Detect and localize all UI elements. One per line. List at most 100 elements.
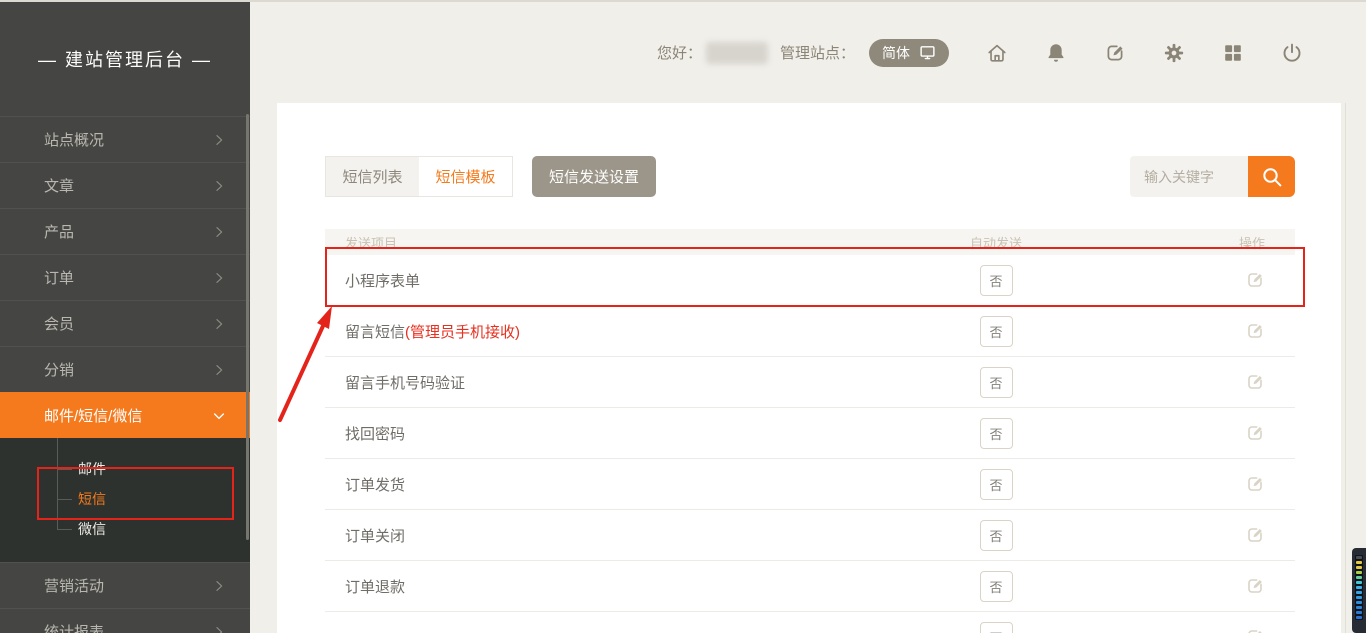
redacted-username — [706, 42, 768, 64]
auto-send-toggle[interactable]: 否 — [980, 418, 1013, 449]
topbar: 您好： 管理站点： 简体 — [250, 2, 1366, 103]
row-edit-icon[interactable] — [1245, 525, 1265, 545]
row-label: 小程序表单 — [345, 273, 420, 290]
row-edit-icon[interactable] — [1245, 321, 1265, 341]
sidebar-nav: 站点概况 文章 产品 订单 会员 — [0, 116, 250, 633]
power-icon[interactable] — [1281, 42, 1303, 64]
row-label: 留言短信 — [345, 324, 405, 341]
sidebar-subitem-wechat[interactable]: 微信 — [0, 514, 250, 544]
tab-sms-template[interactable]: 短信模板 — [419, 157, 512, 196]
meter-bars — [1355, 555, 1363, 620]
auto-send-toggle[interactable]: 否 — [980, 265, 1013, 296]
sms-send-settings-button[interactable]: 短信发送设置 — [532, 156, 656, 197]
table-row: 留言手机号码验证 否 — [325, 357, 1295, 408]
row-edit-icon[interactable] — [1245, 372, 1265, 392]
auto-send-toggle[interactable]: 否 — [980, 316, 1013, 347]
sidebar-subitem-label: 微信 — [78, 519, 106, 539]
sidebar-item-articles[interactable]: 文章 — [0, 162, 250, 208]
sidebar-submenu: 邮件 短信 微信 — [0, 438, 250, 562]
chevron-right-icon — [212, 363, 226, 377]
panel-right-divider — [1345, 103, 1346, 633]
auto-send-toggle[interactable]: 否 — [980, 622, 1013, 633]
sidebar-item-label: 分销 — [44, 359, 212, 380]
sidebar-subitem-label: 邮件 — [78, 459, 106, 479]
row-label: 订单发货 — [345, 477, 405, 494]
chevron-right-icon — [212, 225, 226, 239]
sidebar-item-label: 会员 — [44, 313, 212, 334]
row-edit-icon[interactable] — [1245, 576, 1265, 596]
site-language-pill[interactable]: 简体 — [869, 39, 949, 67]
sidebar-item-statistics[interactable]: 统计报表 — [0, 608, 250, 633]
chevron-right-icon — [212, 133, 226, 147]
sidebar-item-label: 统计报表 — [44, 621, 212, 633]
monitor-icon — [919, 44, 936, 61]
sidebar-item-mail-sms-wechat[interactable]: 邮件/短信/微信 — [0, 392, 250, 438]
search-input[interactable] — [1130, 156, 1248, 197]
sidebar-item-label: 站点概况 — [44, 129, 212, 150]
sidebar-item-site-overview[interactable]: 站点概况 — [0, 116, 250, 162]
row-label: 留言手机号码验证 — [345, 375, 465, 392]
sidebar-subitem-mail[interactable]: 邮件 — [0, 454, 250, 484]
sidebar-item-orders[interactable]: 订单 — [0, 254, 250, 300]
row-edit-icon[interactable] — [1245, 423, 1265, 443]
sidebar-item-products[interactable]: 产品 — [0, 208, 250, 254]
sidebar-item-members[interactable]: 会员 — [0, 300, 250, 346]
sidebar-subitem-sms[interactable]: 短信 — [0, 484, 250, 514]
manage-site-label: 管理站点： — [780, 42, 855, 63]
window-top-divider — [0, 0, 1366, 2]
language-pill-label: 简体 — [882, 43, 910, 63]
sidebar-item-label: 产品 — [44, 221, 212, 242]
sidebar-scrollbar[interactable] — [246, 114, 249, 540]
search-button[interactable] — [1248, 156, 1295, 197]
auto-send-toggle[interactable]: 否 — [980, 520, 1013, 551]
table-row: 订单关闭 否 — [325, 510, 1295, 561]
chevron-right-icon — [212, 625, 226, 633]
row-label: 订单退款 — [345, 579, 405, 596]
auto-send-toggle[interactable]: 否 — [980, 469, 1013, 500]
chevron-right-icon — [212, 179, 226, 193]
sidebar: — 建站管理后台 — 站点概况 文章 产品 订单 会员 — [0, 2, 250, 633]
column-auto-send: 自动发送 — [951, 233, 1041, 252]
greeting-text: 您好： — [657, 42, 702, 63]
chevron-down-icon — [212, 409, 226, 423]
grid-apps-icon[interactable] — [1222, 42, 1244, 64]
row-edit-icon[interactable] — [1245, 270, 1265, 290]
search-icon — [1260, 165, 1284, 189]
auto-send-toggle[interactable]: 否 — [980, 367, 1013, 398]
admin-logo-title: — 建站管理后台 — — [0, 2, 250, 116]
chevron-right-icon — [212, 579, 226, 593]
table-row: 找回密码 否 — [325, 408, 1295, 459]
sidebar-item-label: 订单 — [44, 267, 212, 288]
column-operation: 操作 — [1041, 233, 1295, 252]
row-edit-icon[interactable] — [1245, 627, 1265, 633]
table-row: 留言短信(管理员手机接收) 否 — [325, 306, 1295, 357]
sidebar-item-marketing[interactable]: 营销活动 — [0, 562, 250, 608]
gear-icon[interactable] — [1163, 42, 1185, 64]
column-send-item: 发送项目 — [325, 233, 951, 252]
sidebar-item-label: 营销活动 — [44, 575, 212, 596]
home-icon[interactable] — [986, 42, 1008, 64]
sms-template-table: 发送项目 自动发送 操作 小程序表单 否 留言短信(管理员手机接收) 否 — [325, 229, 1295, 633]
edit-icon[interactable] — [1104, 42, 1126, 64]
sidebar-item-label: 文章 — [44, 175, 212, 196]
tab-sms-list[interactable]: 短信列表 — [326, 157, 419, 196]
table-row: 订单发货 否 — [325, 459, 1295, 510]
sidebar-item-distribution[interactable]: 分销 — [0, 346, 250, 392]
row-edit-icon[interactable] — [1245, 474, 1265, 494]
chevron-right-icon — [212, 317, 226, 331]
row-label: 订单关闭 — [345, 528, 405, 545]
table-row: 订单退款 否 — [325, 561, 1295, 612]
browser-extension-meter-widget[interactable] — [1352, 548, 1366, 633]
table-row: 小程序表单 否 — [325, 255, 1295, 306]
sidebar-item-label: 邮件/短信/微信 — [44, 405, 212, 426]
table-header: 发送项目 自动发送 操作 — [325, 229, 1295, 255]
tab-group: 短信列表 短信模板 — [325, 156, 513, 197]
chevron-right-icon — [212, 271, 226, 285]
table-row: 否 — [325, 612, 1295, 633]
bell-icon[interactable] — [1045, 42, 1067, 64]
auto-send-toggle[interactable]: 否 — [980, 571, 1013, 602]
row-label-note: (管理员手机接收) — [405, 324, 520, 341]
search-box — [1130, 156, 1295, 197]
row-label: 找回密码 — [345, 426, 405, 443]
sidebar-subitem-label: 短信 — [78, 489, 106, 509]
